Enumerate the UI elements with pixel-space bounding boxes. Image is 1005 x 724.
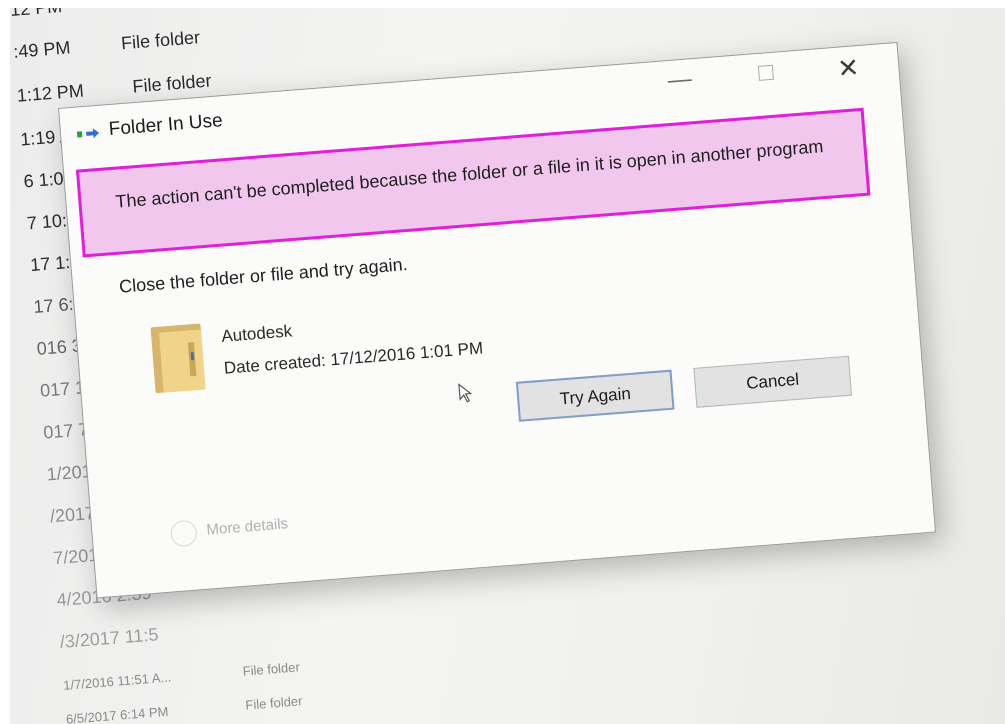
maximize-button[interactable] <box>749 58 781 88</box>
folder-name: Autodesk <box>220 321 293 346</box>
minimize-button[interactable]: — <box>664 65 696 95</box>
more-details-label: More details <box>205 515 289 539</box>
mouse-pointer-icon <box>458 383 473 403</box>
move-folder-icon <box>76 128 100 142</box>
dialog-title: Folder In Use <box>108 110 224 141</box>
instruction-text: Close the folder or file and try again. <box>118 254 409 297</box>
more-details-toggle[interactable]: More details <box>169 515 289 552</box>
folder-in-use-dialog: Folder In Use — ✕ The action can't be co… <box>58 41 937 599</box>
maximize-icon <box>757 64 774 81</box>
try-again-button[interactable]: Try Again <box>515 369 675 422</box>
close-button[interactable]: ✕ <box>832 52 864 85</box>
folder-icon <box>150 323 206 394</box>
cancel-button[interactable]: Cancel <box>693 355 853 408</box>
folder-date-created: Date created: 17/12/2016 1:01 PM <box>223 338 484 378</box>
chevron-down-icon <box>169 519 198 548</box>
